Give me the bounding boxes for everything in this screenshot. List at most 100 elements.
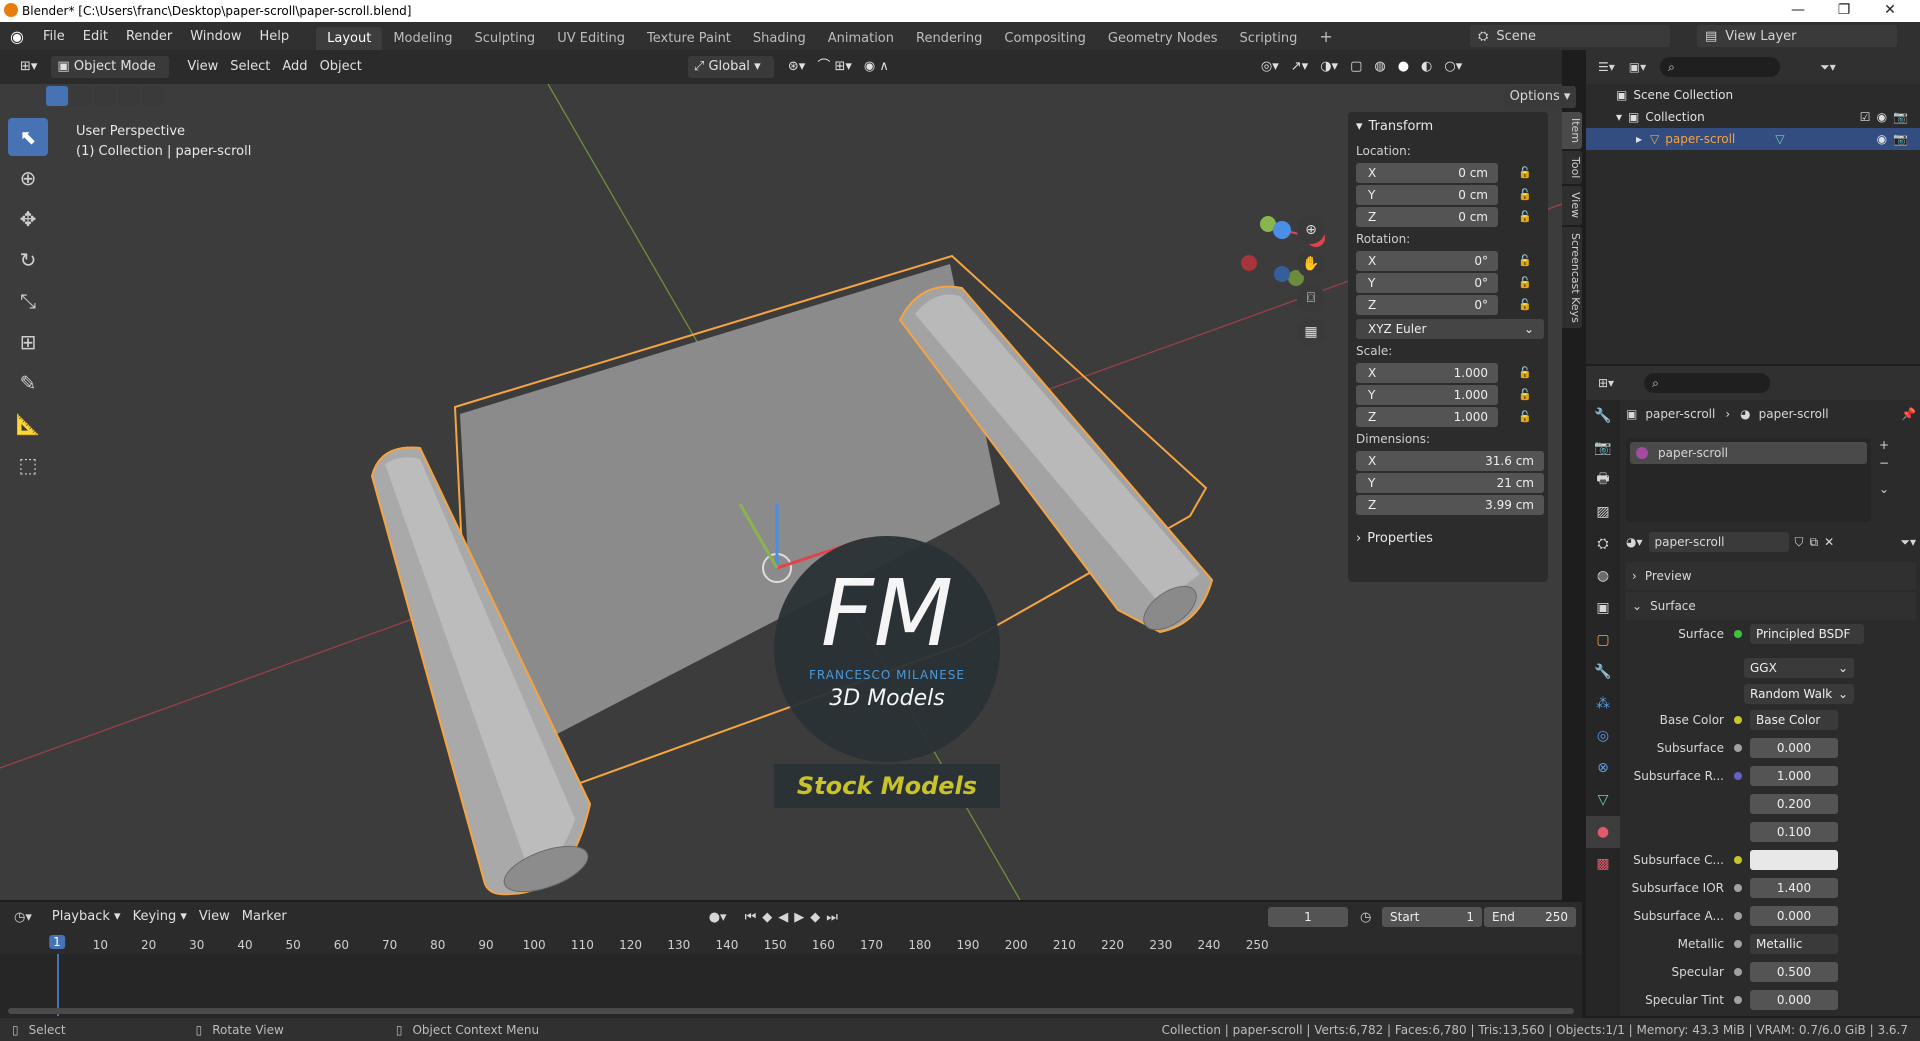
auto-keying-icon[interactable]: ●▾ xyxy=(709,910,727,925)
surface-shader-field[interactable]: Principled BSDF xyxy=(1750,624,1864,644)
transform-header[interactable]: ▾ Transform xyxy=(1348,112,1548,140)
maximize-button[interactable]: ❐ xyxy=(1821,0,1867,22)
linked-input-field[interactable]: Metallic xyxy=(1750,934,1838,954)
render-icon[interactable]: 📷 xyxy=(1586,432,1620,464)
lock-icon[interactable]: 🔓 xyxy=(1516,186,1534,204)
transform-orientation-dropdown[interactable]: ⤢ Global ▾ xyxy=(687,56,774,78)
outliner-object-paper-scroll[interactable]: ▸ ▽ paper-scroll ▽ ◉ 📷 xyxy=(1586,128,1920,150)
solid-shading-icon[interactable]: ● xyxy=(1392,56,1415,78)
nav-neg-z-icon[interactable] xyxy=(1274,266,1290,282)
mesh-data-icon[interactable]: ▽ xyxy=(1775,132,1784,146)
value-field[interactable]: 0.000 xyxy=(1750,990,1838,1010)
add-cube-tool-icon[interactable]: ⬚ xyxy=(8,446,48,484)
tab-view[interactable]: View xyxy=(1562,186,1582,225)
lock-icon[interactable]: 🔓 xyxy=(1516,274,1534,292)
menu-help[interactable]: Help xyxy=(251,29,299,44)
modifier-icon[interactable]: 🔧 xyxy=(1586,656,1620,688)
object-mode-dropdown[interactable]: ▣ Object Mode ▾ xyxy=(51,56,170,96)
zoom-icon[interactable]: ⊕ xyxy=(1297,216,1325,244)
filter-icon[interactable]: ⏷▾ xyxy=(1820,60,1836,75)
scale-x-field[interactable]: X 1.000 xyxy=(1356,363,1498,383)
select-new-icon[interactable] xyxy=(46,86,68,106)
tab-texture-paint[interactable]: Texture Paint xyxy=(636,27,742,50)
input-socket-icon[interactable] xyxy=(1734,968,1742,976)
checkbox-icon[interactable]: ☑ xyxy=(1860,110,1871,124)
material-slot-item[interactable]: paper-scroll xyxy=(1630,442,1867,464)
texture-icon[interactable]: ▩ xyxy=(1586,848,1620,880)
input-socket-icon[interactable] xyxy=(1734,940,1742,948)
camera-icon[interactable]: 📷 xyxy=(1893,110,1908,124)
nav-z-icon[interactable] xyxy=(1273,221,1291,239)
transform-tool-icon[interactable]: ⊞ xyxy=(8,323,48,361)
blender-menu-icon[interactable]: ◉ xyxy=(0,27,34,46)
color-swatch[interactable] xyxy=(1750,850,1838,870)
expand-icon[interactable]: ▸ xyxy=(1636,132,1642,146)
menu-window[interactable]: Window xyxy=(181,29,250,44)
material-name-field[interactable]: paper-scroll xyxy=(1648,532,1789,552)
mesh-data-icon[interactable]: ▽ xyxy=(1586,784,1620,816)
select-subtract-icon[interactable] xyxy=(94,86,116,106)
menu-timeline-view[interactable]: View xyxy=(193,906,236,928)
cursor-tool-icon[interactable]: ⊕ xyxy=(8,159,48,197)
proportional-edit-icon[interactable]: ◉ ∧ xyxy=(858,56,895,78)
playhead-line[interactable] xyxy=(57,954,59,1016)
outliner-type-icon[interactable]: ☰▾ xyxy=(1598,60,1615,74)
scale-y-field[interactable]: Y 1.000 xyxy=(1356,385,1498,405)
material-icon[interactable]: ● xyxy=(1586,816,1620,848)
distribution-dropdown[interactable]: GGX ⌄ xyxy=(1744,658,1854,678)
eye-icon[interactable]: ◉ xyxy=(1877,110,1887,124)
lock-icon[interactable]: 🔓 xyxy=(1516,296,1534,314)
lock-icon[interactable]: 🔓 xyxy=(1516,208,1534,226)
input-socket-icon[interactable] xyxy=(1734,716,1742,724)
jump-start-icon[interactable]: ⏮ xyxy=(745,910,763,925)
surface-section-header[interactable]: ⌄ Surface xyxy=(1626,592,1916,620)
properties-type-icon[interactable]: ⊞▾ xyxy=(1598,376,1614,390)
tab-uv-editing[interactable]: UV Editing xyxy=(546,27,636,50)
tab-shading[interactable]: Shading xyxy=(742,27,817,50)
options-dropdown[interactable]: Options ▾ xyxy=(1504,86,1576,108)
properties-subpanel-header[interactable]: › Properties xyxy=(1348,524,1548,552)
current-frame-field[interactable]: 1 xyxy=(1268,907,1348,927)
world-icon[interactable]: ◍ xyxy=(1586,560,1620,592)
lock-icon[interactable]: 🔓 xyxy=(1516,364,1534,382)
3d-viewport[interactable]: ⊕ ✋ ⌼ ▦ FM FRANCESCO MILANESE 3D Models … xyxy=(0,84,1562,900)
gizmo-toggle-icon[interactable]: ↗▾ xyxy=(1285,56,1314,78)
scale-tool-icon[interactable]: ⤡ xyxy=(8,282,48,320)
annotate-tool-icon[interactable]: ✎ xyxy=(8,364,48,402)
menu-object[interactable]: Object xyxy=(314,56,368,78)
eye-icon[interactable]: ◉ xyxy=(1877,132,1887,146)
tab-modeling[interactable]: Modeling xyxy=(382,27,463,50)
tab-compositing[interactable]: Compositing xyxy=(993,27,1097,50)
menu-playback[interactable]: Playback ▾ xyxy=(46,906,127,928)
shader-socket-icon[interactable] xyxy=(1734,630,1742,638)
link-mode-icon[interactable]: ⏷▾ xyxy=(1900,535,1916,550)
material-slot-list[interactable]: paper-scroll xyxy=(1626,438,1871,522)
overlay-toggle-icon[interactable]: ◑▾ xyxy=(1314,56,1344,78)
value-field[interactable]: 0.200 xyxy=(1750,794,1838,814)
menu-keying[interactable]: Keying ▾ xyxy=(127,906,193,928)
value-field[interactable]: 0.100 xyxy=(1750,822,1838,842)
menu-add[interactable]: Add xyxy=(276,56,313,78)
timeline-type-icon[interactable]: ◷▾ xyxy=(14,910,32,925)
value-field[interactable]: 0.000 xyxy=(1750,738,1838,758)
tab-sculpting[interactable]: Sculpting xyxy=(463,27,546,50)
tool-settings-icon[interactable]: 🔧 xyxy=(1586,400,1620,432)
location-z-field[interactable]: Z 0 cm xyxy=(1356,207,1498,227)
output-icon[interactable]: 🖶 xyxy=(1586,464,1620,496)
remove-slot-button[interactable]: − xyxy=(1879,456,1889,470)
scale-z-field[interactable]: Z 1.000 xyxy=(1356,407,1498,427)
measure-tool-icon[interactable]: 📐 xyxy=(8,405,48,443)
tab-rendering[interactable]: Rendering xyxy=(905,27,993,50)
subsurface-method-dropdown[interactable]: Random Walk ⌄ xyxy=(1744,684,1854,704)
display-mode-icon[interactable]: ▣▾ xyxy=(1629,60,1646,74)
rotation-z-field[interactable]: Z 0° xyxy=(1356,295,1498,315)
select-extend-icon[interactable] xyxy=(70,86,92,106)
add-workspace-icon[interactable]: + xyxy=(1308,23,1343,50)
input-socket-icon[interactable] xyxy=(1734,772,1742,780)
input-socket-icon[interactable] xyxy=(1734,996,1742,1004)
duplicate-material-icon[interactable]: ⧉ xyxy=(1810,535,1819,550)
outliner-collection[interactable]: ▾ ▣ Collection ☑ ◉ 📷 xyxy=(1586,106,1920,128)
camera-icon[interactable]: 📷 xyxy=(1893,132,1908,146)
tab-geometry-nodes[interactable]: Geometry Nodes xyxy=(1097,27,1229,50)
nav-neg-x-icon[interactable] xyxy=(1241,255,1257,271)
